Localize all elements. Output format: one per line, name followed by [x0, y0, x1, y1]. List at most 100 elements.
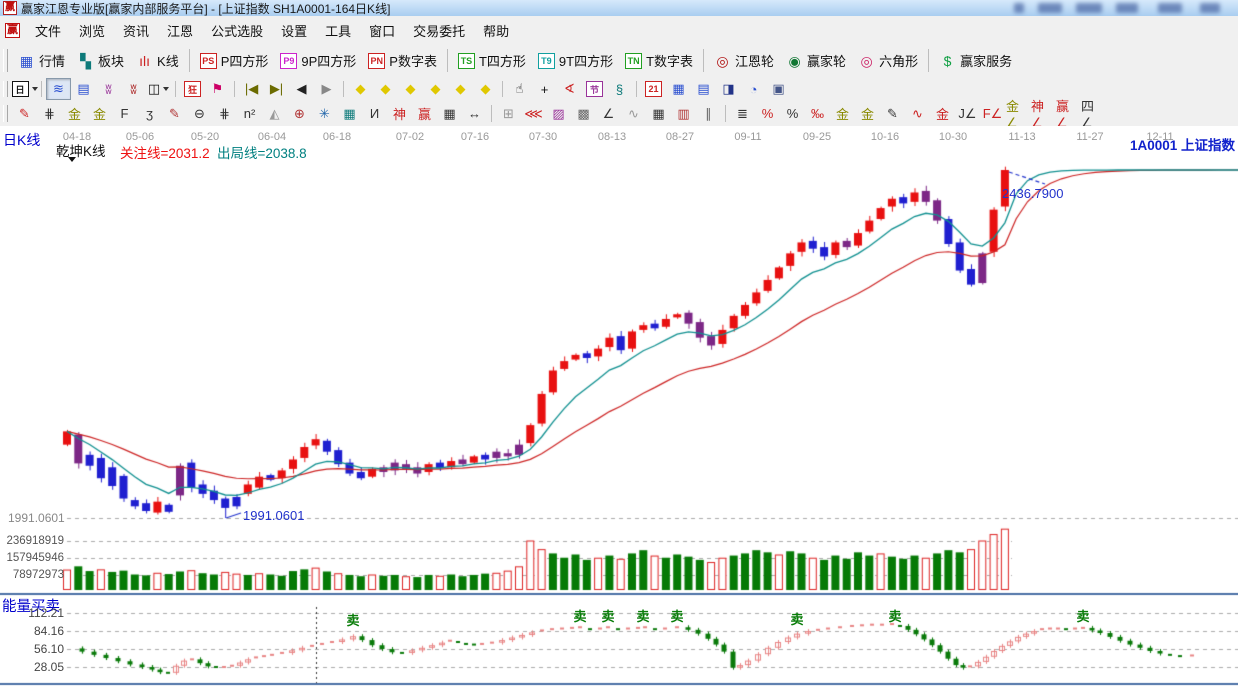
box-fan-tool-button[interactable]: ▨ — [546, 103, 571, 125]
permille-tool-button[interactable]: ‰ — [805, 103, 830, 125]
j-angle-tool-button[interactable]: J∠ — [955, 103, 980, 125]
app-titlebar[interactable]: 赢 赢家江恩专业版[赢家内部服务平台] - [上证指数 SH1A0001-164… — [0, 0, 1238, 16]
gold-ruler-tool-button[interactable]: 金 — [62, 103, 87, 125]
winner-wheel-button[interactable]: ◉赢家轮 — [780, 48, 852, 73]
gold-red-tool-button[interactable]: 金 — [930, 103, 955, 125]
hand-drag-button[interactable]: ☝ — [507, 78, 532, 100]
diamond-compress-button[interactable]: ◆ — [423, 78, 448, 100]
chart-pattern-button[interactable]: ≋ — [46, 78, 71, 100]
menu-item-browse[interactable]: 浏览 — [70, 17, 114, 44]
frame-tool-button[interactable]: ⊞ — [496, 103, 521, 125]
menu-item-tools[interactable]: 工具 — [316, 17, 360, 44]
bars-3-button[interactable]: ʬ — [96, 78, 121, 100]
gold-lines-tool-button[interactable]: 金 — [855, 103, 880, 125]
prev-page-button[interactable]: ◀ — [289, 78, 314, 100]
p-square-button[interactable]: PSP四方形 — [194, 48, 275, 73]
menu-item-gann[interactable]: 江恩 — [158, 17, 202, 44]
mirror-angle-tool-button[interactable]: ◭ — [262, 103, 287, 125]
crosshair-button[interactable]: + — [532, 78, 557, 100]
bars-ratio-tool-button[interactable]: ≣ — [730, 103, 755, 125]
toolbar-handle[interactable] — [3, 105, 8, 123]
menu-item-news[interactable]: 资讯 — [114, 17, 158, 44]
gold-ruler2-tool-button[interactable]: 金 — [87, 103, 112, 125]
menu-item-settings[interactable]: 设置 — [272, 17, 316, 44]
t-number-table-button[interactable]: TNT数字表 — [619, 48, 699, 73]
bars-9-button[interactable]: ʬ — [121, 78, 146, 100]
candle-style-button[interactable]: ◫ — [146, 78, 171, 100]
t-square-button[interactable]: TST四方形 — [452, 48, 532, 73]
jie-tool-button[interactable]: 节 — [582, 78, 607, 100]
9p-square-button[interactable]: P99P四方形 — [274, 48, 362, 73]
ruler-123-tool-button[interactable]: ▦ — [437, 103, 462, 125]
f-ruler-tool-button[interactable]: F — [112, 103, 137, 125]
notes-button[interactable]: ▤ — [691, 78, 716, 100]
parallel-lines-tool-button[interactable]: ∥ — [696, 103, 721, 125]
fan-lines-tool-button[interactable]: ⋘ — [521, 103, 546, 125]
p-number-table-button[interactable]: PNP数字表 — [362, 48, 443, 73]
seven-percent-tool-button[interactable]: % — [755, 103, 780, 125]
win-ruler-tool-button[interactable]: 赢 — [412, 103, 437, 125]
silk-tool-button[interactable]: § — [607, 78, 632, 100]
9t-square-button[interactable]: T99T四方形 — [532, 48, 619, 73]
trend-angle-tool-button[interactable]: ∠ — [596, 103, 621, 125]
shen-ruler-tool-button[interactable]: 神 — [387, 103, 412, 125]
chevron-down-icon[interactable] — [68, 157, 76, 162]
kline-type-dropdown[interactable]: 乾坤K线 — [56, 140, 106, 160]
percent-tool-button[interactable]: % — [780, 103, 805, 125]
four-angle-tool-button[interactable]: 四∠ — [1080, 103, 1105, 125]
pen-angle-tool-button[interactable]: ✎ — [880, 103, 905, 125]
menu-item-file[interactable]: 文件 — [26, 17, 70, 44]
child-window-icon[interactable]: 赢 — [5, 23, 20, 38]
gann-circle-tool-button[interactable]: ⊕ — [287, 103, 312, 125]
diamond-left-button[interactable]: ◆ — [348, 78, 373, 100]
quotes-button[interactable]: ▦行情 — [12, 48, 71, 73]
color-flag-button[interactable]: ⚑ — [205, 78, 230, 100]
toolbar-handle[interactable] — [3, 49, 8, 72]
calendar-21-button[interactable]: 21 — [641, 78, 666, 100]
ruler-tool-button[interactable]: ⋕ — [37, 103, 62, 125]
hexagon-button[interactable]: ◎六角形 — [852, 48, 924, 73]
cycle-ruler-tool-button[interactable]: ⊖ — [187, 103, 212, 125]
kuang-stamp-button[interactable]: 狂 — [180, 78, 205, 100]
menu-item-trade-order[interactable]: 交易委托 — [404, 17, 474, 44]
menu-item-formula-stock-pick[interactable]: 公式选股 — [202, 17, 272, 44]
gold-angle-tool-button[interactable]: 金∠ — [1005, 103, 1030, 125]
scale-ruler-tool-button[interactable]: ⋕ — [212, 103, 237, 125]
span-arrow-tool-button[interactable]: ↔ — [462, 103, 487, 125]
shen-angle-tool-button[interactable]: 神∠ — [1030, 103, 1055, 125]
diamond-star-button[interactable]: ◆ — [448, 78, 473, 100]
gann-wheel-button[interactable]: ◎江恩轮 — [708, 48, 780, 73]
pen-ruler-tool-button[interactable]: ✎ — [162, 103, 187, 125]
grid-fan-tool-button[interactable]: ▩ — [571, 103, 596, 125]
menu-item-window[interactable]: 窗口 — [360, 17, 404, 44]
i-wave-tool-button[interactable]: И — [362, 103, 387, 125]
diamond-expand-button[interactable]: ◆ — [473, 78, 498, 100]
info-board-button[interactable]: ▤ — [71, 78, 96, 100]
winner-service-button[interactable]: $赢家服务 — [933, 48, 1018, 73]
period-daily-button[interactable]: 日 — [12, 78, 37, 100]
double-wave-tool-button[interactable]: ∿ — [905, 103, 930, 125]
workstation-button[interactable]: ▣ — [766, 78, 791, 100]
spiral-ruler-tool-button[interactable]: ʒ — [137, 103, 162, 125]
square-of-nine-tool-button[interactable]: n² — [237, 103, 262, 125]
gold-circle-tool-button[interactable]: 金 — [830, 103, 855, 125]
angle-measure-button[interactable]: ∢ — [557, 78, 582, 100]
clock-chart-button[interactable]: ◔ — [741, 78, 766, 100]
kline-button[interactable]: ılıK线 — [130, 48, 185, 73]
wave-line-tool-button[interactable]: ∿ — [621, 103, 646, 125]
brush-tool-button[interactable]: ✎ — [12, 103, 37, 125]
toolbar-handle[interactable] — [3, 81, 8, 98]
save-disk-button[interactable]: ◨ — [716, 78, 741, 100]
menu-item-help[interactable]: 帮助 — [474, 17, 518, 44]
star-circle-tool-button[interactable]: ✳ — [312, 103, 337, 125]
next-page-button[interactable]: ▶ — [314, 78, 339, 100]
win-angle-tool-button[interactable]: 赢∠ — [1055, 103, 1080, 125]
diamond-horizontal-button[interactable]: ◆ — [398, 78, 423, 100]
grid-b-tool-button[interactable]: ▥ — [671, 103, 696, 125]
chart-canvas[interactable] — [0, 126, 1238, 686]
f-angle-tool-button[interactable]: F∠ — [980, 103, 1005, 125]
calculator-button[interactable]: ▦ — [666, 78, 691, 100]
sectors-button[interactable]: ▚板块 — [71, 48, 130, 73]
diamond-right-button[interactable]: ◆ — [373, 78, 398, 100]
first-page-button[interactable]: |◀ — [239, 78, 264, 100]
